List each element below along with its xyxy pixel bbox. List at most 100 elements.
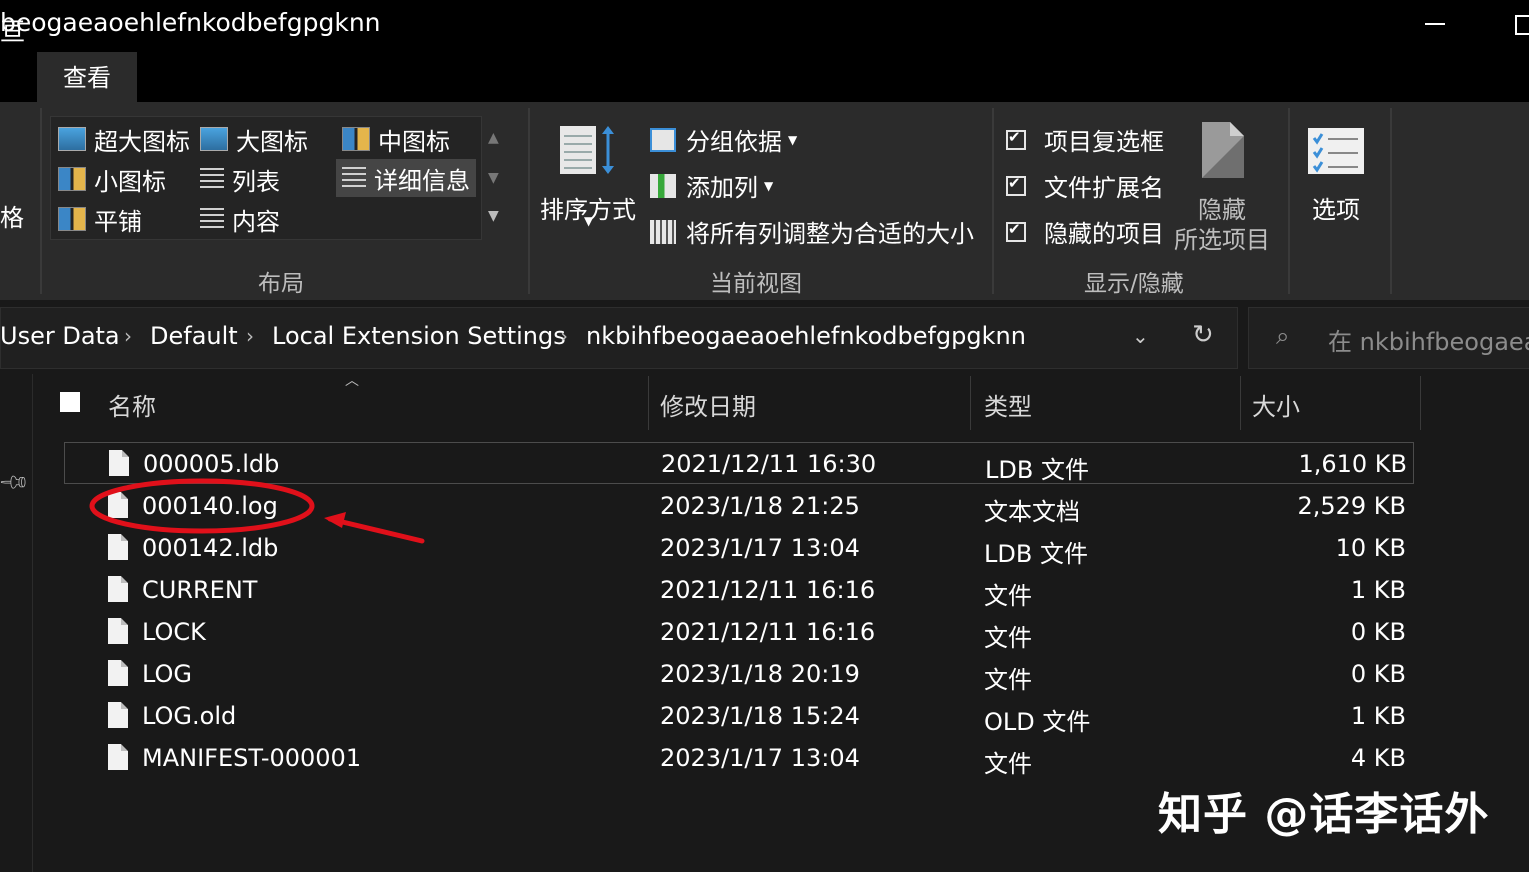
breadcrumb-user-data[interactable]: User Data — [0, 322, 120, 350]
layout-details[interactable]: 详细信息 — [336, 159, 476, 197]
file-size: 1 KB — [1350, 702, 1406, 730]
checkbox-checked-icon[interactable] — [1006, 128, 1026, 150]
content-icon — [200, 208, 224, 230]
chevron-right-icon[interactable]: › — [124, 324, 132, 348]
grid-icon — [58, 167, 86, 191]
file-size: 0 KB — [1350, 660, 1406, 688]
file-date: 2023/1/18 20:19 — [660, 660, 860, 688]
file-date: 2021/12/11 16:16 — [660, 618, 876, 646]
file-icon — [108, 702, 128, 728]
file-date: 2021/12/11 16:30 — [661, 450, 877, 478]
group-icon — [650, 127, 676, 152]
select-all-checkbox[interactable] — [60, 392, 80, 412]
chevron-right-icon[interactable]: › — [560, 324, 568, 348]
column-header-size[interactable]: 大小 — [1252, 387, 1300, 422]
tiles-icon — [58, 207, 86, 231]
minimize-button[interactable] — [1415, 0, 1455, 52]
checkbox-checked-icon[interactable] — [1006, 174, 1026, 196]
ribbon-tab-row — [0, 52, 1529, 102]
chevron-down-icon: ▼ — [788, 132, 798, 147]
options-icon[interactable] — [1308, 128, 1364, 174]
maximize-button[interactable] — [1500, 0, 1529, 52]
column-divider[interactable] — [1420, 376, 1421, 430]
options-button[interactable]: 选项 — [1312, 190, 1360, 225]
file-type: 文件 — [984, 582, 1032, 610]
breadcrumb-local-extension-settings[interactable]: Local Extension Settings — [272, 322, 566, 350]
fit-columns-button[interactable]: 将所有列调整为合适的大小 — [650, 214, 974, 249]
group-by-button[interactable]: 分组依据 ▼ — [650, 122, 797, 157]
file-type: LDB 文件 — [985, 456, 1089, 484]
details-icon — [342, 167, 366, 189]
gallery-scroll-down-icon[interactable]: ▼ — [488, 170, 499, 186]
file-extensions-toggle[interactable]: 文件扩展名 — [1006, 168, 1164, 203]
layout-medium-icons[interactable]: 中图标 — [342, 122, 450, 156]
file-type: 文件 — [984, 624, 1032, 652]
layout-list[interactable]: 列表 — [200, 162, 280, 196]
refresh-icon[interactable]: ↻ — [1192, 320, 1214, 350]
file-type: 文件 — [984, 750, 1032, 778]
picture-icon — [58, 127, 86, 151]
list-icon — [200, 168, 224, 190]
ribbon-separator — [528, 108, 530, 294]
layout-extra-large-icons[interactable]: 超大图标 — [58, 122, 190, 156]
ribbon-partial-label[interactable]: 格 — [0, 198, 24, 233]
file-size: 4 KB — [1350, 744, 1406, 772]
column-divider[interactable] — [970, 376, 971, 430]
file-icon — [108, 576, 128, 602]
add-column-icon — [650, 173, 676, 198]
gallery-expand-icon[interactable]: ▼ — [488, 208, 499, 224]
address-history-chevron-icon[interactable]: ⌄ — [1132, 324, 1149, 348]
file-date: 2023/1/17 13:04 — [660, 534, 860, 562]
tab-view[interactable]: 查看 — [37, 52, 137, 102]
grid-icon — [342, 127, 370, 151]
file-size: 1 KB — [1350, 576, 1406, 604]
file-row[interactable]: MANIFEST-000001 2023/1/17 13:04 文件 4 KB — [64, 737, 1414, 779]
file-name: LOCK — [142, 618, 206, 646]
file-size: 2,529 KB — [1297, 492, 1406, 520]
item-checkboxes-toggle[interactable]: 项目复选框 — [1006, 122, 1164, 157]
hide-selected-label-2[interactable]: 所选项目 — [1174, 220, 1270, 255]
file-name: 000005.ldb — [143, 450, 280, 478]
file-row[interactable]: CURRENT 2021/12/11 16:16 文件 1 KB — [64, 569, 1414, 611]
column-divider[interactable] — [648, 376, 649, 430]
ribbon-separator — [1288, 108, 1290, 294]
window-title: beogaeaoehlefnkodbefgpgknn — [0, 8, 381, 37]
chevron-down-icon: ▼ — [584, 214, 594, 228]
file-date: 2023/1/18 15:24 — [660, 702, 860, 730]
hide-selected-icon[interactable] — [1200, 120, 1246, 180]
file-icon — [108, 744, 128, 770]
file-date: 2021/12/11 16:16 — [660, 576, 876, 604]
layout-large-icons[interactable]: 大图标 — [200, 122, 308, 156]
column-header-date[interactable]: 修改日期 — [660, 387, 756, 422]
file-icon — [108, 618, 128, 644]
checkbox-checked-icon[interactable] — [1006, 220, 1026, 242]
layout-small-icons[interactable]: 小图标 — [58, 162, 166, 196]
layout-content[interactable]: 内容 — [200, 202, 280, 236]
file-name: MANIFEST-000001 — [142, 744, 362, 772]
file-size: 1,610 KB — [1298, 450, 1407, 478]
fit-columns-icon — [650, 219, 676, 244]
breadcrumb-default[interactable]: Default — [150, 322, 238, 350]
group-label-show-hide: 显示/隐藏 — [1084, 271, 1184, 297]
column-header-name[interactable]: 名称 — [108, 387, 156, 422]
column-header-type[interactable]: 类型 — [984, 387, 1032, 422]
search-input[interactable]: 在 nkbihfbeogaea — [1328, 322, 1529, 357]
gallery-scroll-up-icon[interactable]: ▲ — [488, 130, 499, 146]
file-type: 文件 — [984, 666, 1032, 694]
chevron-right-icon[interactable]: › — [246, 324, 254, 348]
add-column-button[interactable]: 添加列 ▼ — [650, 168, 773, 203]
picture-icon — [200, 127, 228, 151]
navigation-pane[interactable] — [0, 374, 33, 872]
column-divider[interactable] — [1240, 376, 1241, 430]
file-row[interactable]: LOG.old 2023/1/18 15:24 OLD 文件 1 KB — [64, 695, 1414, 737]
file-row[interactable]: LOG 2023/1/18 20:19 文件 0 KB — [64, 653, 1414, 695]
tab-previous-partial[interactable]: 亘 — [0, 12, 25, 48]
hidden-items-toggle[interactable]: 隐藏的项目 — [1006, 214, 1164, 249]
file-type: OLD 文件 — [984, 708, 1091, 736]
file-name: CURRENT — [142, 576, 258, 604]
layout-tiles[interactable]: 平铺 — [58, 202, 142, 236]
ribbon-separator — [1390, 108, 1392, 294]
breadcrumb-extension-folder[interactable]: nkbihfbeogaeaoehlefnkodbefgpgknn — [586, 322, 1026, 350]
sort-icon[interactable] — [560, 124, 616, 178]
file-row[interactable]: LOCK 2021/12/11 16:16 文件 0 KB — [64, 611, 1414, 653]
